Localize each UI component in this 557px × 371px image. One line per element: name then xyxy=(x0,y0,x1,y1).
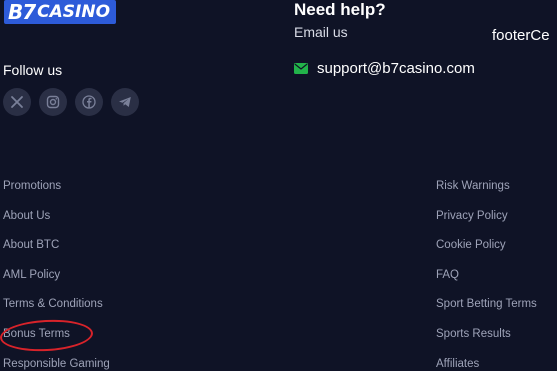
x-icon xyxy=(11,96,23,108)
envelope-icon xyxy=(294,63,308,74)
footer-link-responsible-gaming[interactable]: Responsible Gaming xyxy=(3,354,110,371)
follow-us-label: Follow us xyxy=(3,62,63,78)
facebook-icon xyxy=(82,95,96,109)
social-links xyxy=(3,88,139,116)
footer-link-promotions[interactable]: Promotions xyxy=(3,176,110,206)
footer-link-sports-results[interactable]: Sports Results xyxy=(436,324,537,354)
footer-link-risk-warnings[interactable]: Risk Warnings xyxy=(436,176,537,206)
telegram-icon xyxy=(119,97,131,107)
logo-mark: B7 xyxy=(8,0,36,24)
email-us-label: Email us xyxy=(294,24,348,40)
b7casino-logo[interactable]: B7 CASINO xyxy=(4,0,117,24)
footer-link-sport-betting-terms[interactable]: Sport Betting Terms xyxy=(436,294,537,324)
instagram-icon xyxy=(46,95,60,109)
footer-link-aml-policy[interactable]: AML Policy xyxy=(3,265,110,295)
footer-link-about-btc[interactable]: About BTC xyxy=(3,235,110,265)
need-help-heading: Need help? xyxy=(294,0,386,19)
footer-link-faq[interactable]: FAQ xyxy=(436,265,537,295)
footer-overflow-text: footerCe xyxy=(492,27,550,44)
x-social-button[interactable] xyxy=(3,88,31,116)
logo-text: CASINO xyxy=(37,2,111,22)
facebook-social-button[interactable] xyxy=(75,88,103,116)
support-email-link[interactable]: support@b7casino.com xyxy=(294,60,475,77)
instagram-social-button[interactable] xyxy=(39,88,67,116)
telegram-social-button[interactable] xyxy=(111,88,139,116)
footer-link-cookie-policy[interactable]: Cookie Policy xyxy=(436,235,537,265)
footer-link-privacy-policy[interactable]: Privacy Policy xyxy=(436,206,537,236)
footer: B7 CASINO Follow us Need help? Email us … xyxy=(0,0,557,371)
footer-link-about-us[interactable]: About Us xyxy=(3,206,110,236)
support-email-address: support@b7casino.com xyxy=(317,60,475,77)
footer-link-affiliates[interactable]: Affiliates xyxy=(436,354,537,371)
footer-links-right: Risk Warnings Privacy Policy Cookie Poli… xyxy=(436,176,537,371)
